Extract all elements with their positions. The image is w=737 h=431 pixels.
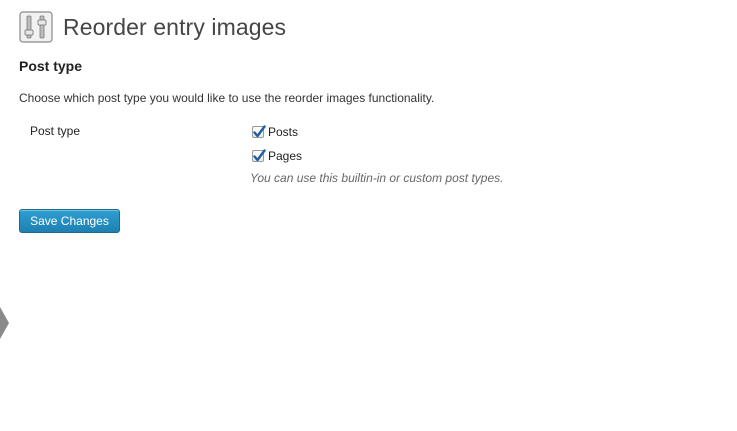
post-type-hint: You can use this builtin-in or custom po… [250, 171, 504, 185]
checkmark-icon [253, 149, 266, 162]
settings-page: Reorder entry images Post type Choose wh… [0, 0, 737, 431]
settings-sliders-icon [19, 11, 53, 43]
checkmark-icon [253, 125, 266, 138]
save-changes-button[interactable]: Save Changes [19, 209, 120, 233]
posts-checkbox-label: Posts [268, 125, 299, 139]
post-type-field-label: Post type [30, 124, 81, 138]
section-description: Choose which post type you would like to… [19, 91, 435, 105]
page-header: Reorder entry images [19, 11, 286, 43]
collapse-arrow-icon[interactable] [0, 307, 10, 339]
pages-checkbox-option[interactable]: Pages [252, 149, 302, 163]
posts-checkbox-option[interactable]: Posts [252, 125, 298, 139]
section-title: Post type [19, 58, 83, 74]
pages-checkbox-label: Pages [268, 149, 303, 163]
pages-checkbox[interactable] [252, 149, 266, 162]
posts-checkbox[interactable] [252, 125, 266, 138]
page-title: Reorder entry images [63, 13, 287, 40]
